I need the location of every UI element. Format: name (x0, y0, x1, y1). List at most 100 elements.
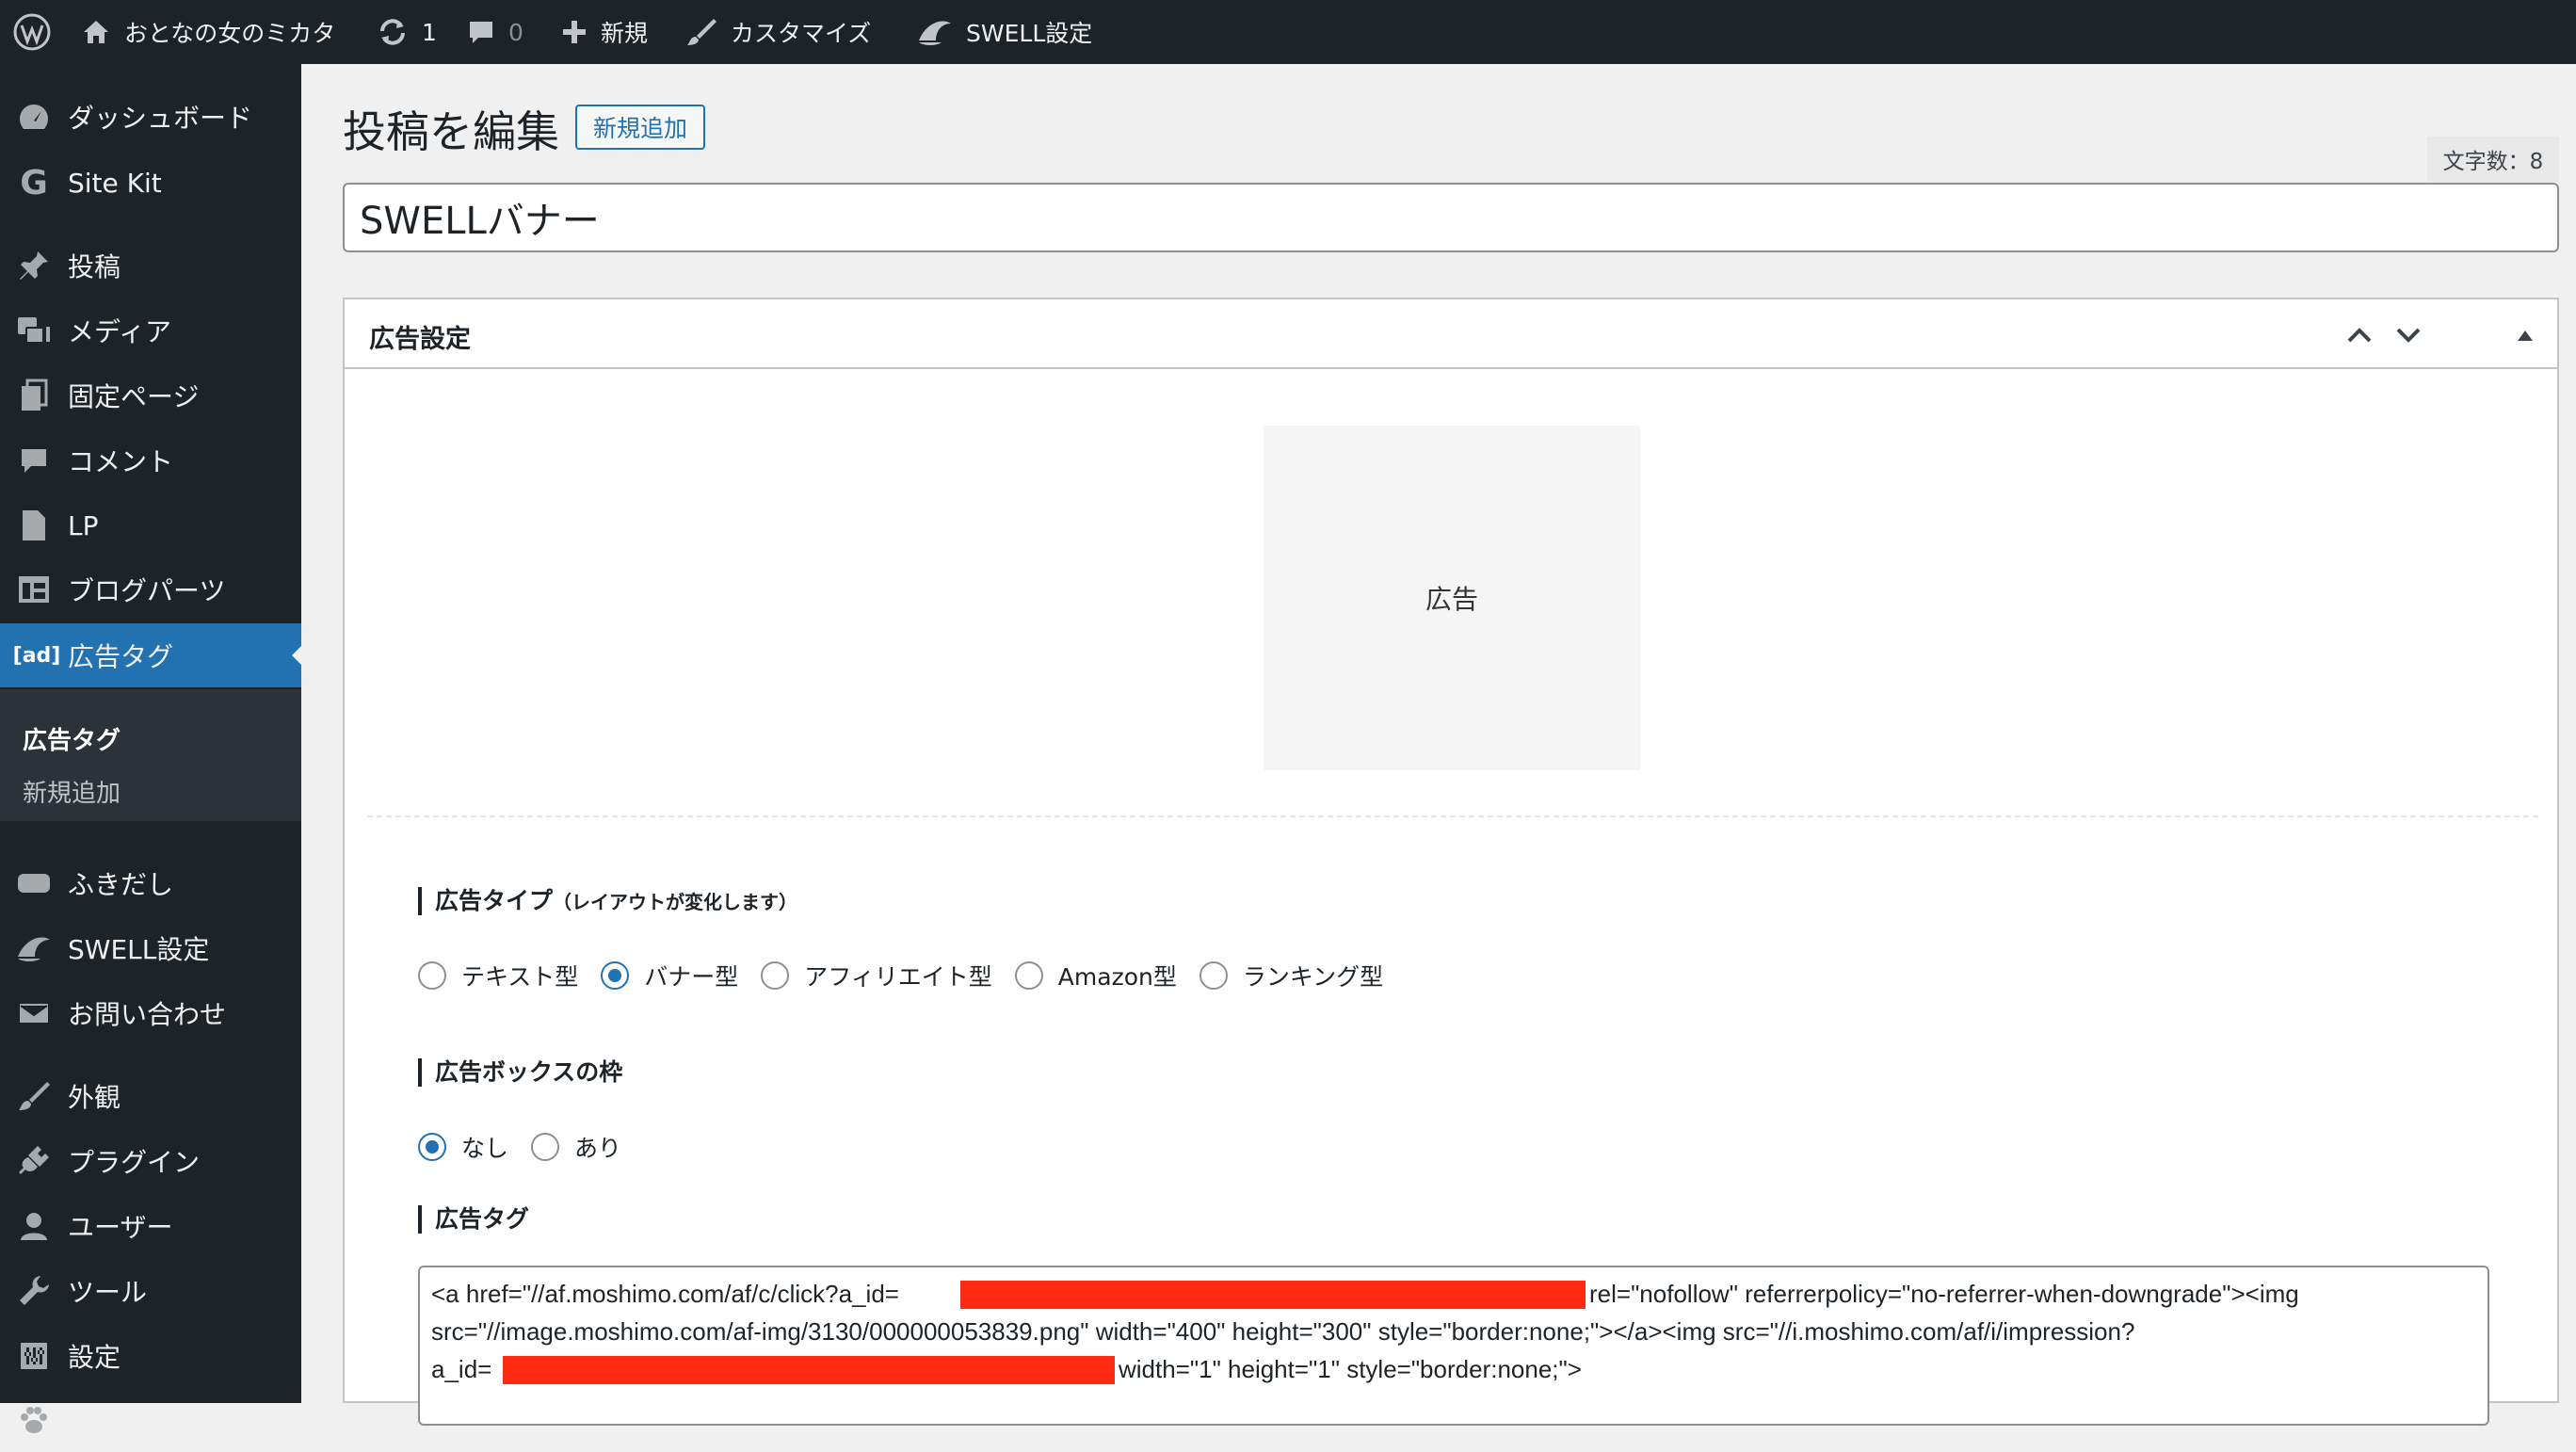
menu-label: LP (68, 509, 99, 541)
ad-preview: 広告 (1264, 426, 1640, 770)
menu-dashboard[interactable]: ダッシュボード (0, 85, 301, 149)
comments-count: 0 (508, 18, 523, 46)
menu-ad-tags[interactable]: [ad] 広告タグ (0, 623, 301, 687)
ad-type-label: 広告タイプ (435, 887, 554, 914)
wordpress-icon (13, 13, 51, 51)
updates-link[interactable]: 1 (377, 0, 437, 64)
radio-button[interactable] (761, 961, 790, 990)
menu-users[interactable]: ユーザー (0, 1194, 301, 1258)
menu-label: コメント (68, 446, 174, 477)
paw-icon (13, 1399, 55, 1441)
radio-button[interactable] (1199, 961, 1228, 990)
document-icon (13, 505, 55, 546)
radio-ranking-type[interactable]: ランキング型 (1199, 959, 1383, 992)
add-new-button[interactable]: 新規追加 (575, 105, 705, 150)
code-text: rel="nofollow" referrerpolicy="no-referr… (1589, 1280, 2299, 1308)
menu-label: ユーザー (68, 1212, 173, 1243)
updates-count: 1 (422, 18, 437, 46)
radio-text-type[interactable]: テキスト型 (418, 959, 578, 992)
brush-icon (687, 19, 716, 45)
customize-link[interactable]: カスタマイズ (685, 0, 871, 64)
chevron-up-icon (2347, 328, 2372, 343)
radio-label: アフィリエイト型 (804, 963, 992, 991)
box-border-heading: 広告ボックスの枠 (418, 1058, 622, 1087)
menu-lp[interactable]: LP (0, 493, 301, 557)
menu-blog-parts[interactable]: ブログパーツ (0, 557, 301, 621)
menu-fukidashi[interactable]: ふきだし (0, 851, 301, 915)
menu-label: 設定 (68, 1342, 121, 1373)
customize-label: カスタマイズ (731, 20, 872, 47)
page-title: 投稿を編集 (343, 106, 559, 157)
radio-button[interactable] (1014, 961, 1043, 990)
dashboard-icon (13, 96, 55, 137)
site-name-link[interactable]: おとなの女のミカタ (81, 0, 335, 64)
menu-label: メディア (68, 316, 172, 347)
toggle-panel-button[interactable] (2508, 318, 2542, 352)
update-icon (380, 19, 405, 45)
menu-plugins[interactable]: プラグイン (0, 1129, 301, 1193)
brush-icon (13, 1075, 55, 1117)
comments-link[interactable]: 0 (467, 0, 523, 64)
box-border-options: なし あり (418, 1130, 644, 1164)
word-count: 文字数：8 (2427, 137, 2559, 182)
ad-type-heading: 広告タイプ（レイアウトが変化します） (418, 887, 797, 915)
menu-site-kit[interactable]: G Site Kit (0, 151, 301, 215)
menu-label: ポチップ管理 (68, 1406, 227, 1437)
post-title-input[interactable] (343, 183, 2559, 252)
radio-button-selected[interactable] (418, 1133, 446, 1161)
radio-label: Amazon型 (1057, 963, 1177, 991)
menu-pages[interactable]: 固定ページ (0, 363, 301, 428)
radio-label: テキスト型 (461, 963, 579, 991)
move-up-button[interactable] (2343, 318, 2376, 352)
ad-type-note: （レイアウトが変化します） (553, 891, 798, 913)
wordpress-logo-button[interactable] (13, 0, 51, 64)
google-g-icon: G (20, 163, 48, 202)
submenu-add-new[interactable]: 新規追加 (23, 774, 121, 809)
radio-button[interactable] (418, 961, 446, 990)
menu-label: ツール (68, 1277, 148, 1308)
menu-pochipp[interactable]: ポチップ管理 (0, 1388, 301, 1452)
divider (367, 815, 2538, 817)
swell-settings-link[interactable]: SWELL設定 (917, 0, 1092, 64)
metabox-title: 広告設定 (369, 325, 471, 354)
menu-comments[interactable]: コメント (0, 428, 301, 492)
menu-settings[interactable]: 設定 (0, 1324, 301, 1388)
new-content-link[interactable]: 新規 (561, 0, 648, 64)
menu-contact[interactable]: お問い合わせ (0, 981, 301, 1045)
radio-border-none[interactable]: なし (418, 1130, 508, 1164)
menu-tools[interactable]: ツール (0, 1259, 301, 1323)
radio-label: ランキング型 (1242, 963, 1384, 991)
menu-label: 外観 (68, 1082, 121, 1113)
radio-border-on[interactable]: あり (531, 1130, 621, 1164)
redaction-bar (503, 1356, 1115, 1384)
admin-bar: おとなの女のミカタ 1 0 新規 カスタマイズ SWELL設定 (0, 0, 2576, 64)
ad-tag-textarea[interactable]: <a href="//af.moshimo.com/af/c/click?a_i… (418, 1266, 2489, 1426)
menu-swell-settings[interactable]: SWELL設定 (0, 916, 301, 980)
wrench-icon (13, 1270, 55, 1312)
user-icon (13, 1205, 55, 1247)
radio-button[interactable] (531, 1133, 560, 1161)
menu-appearance[interactable]: 外観 (0, 1064, 301, 1128)
swell-icon (13, 928, 55, 969)
swell-icon (919, 21, 951, 45)
menu-label: お問い合わせ (68, 999, 227, 1030)
radio-amazon-type[interactable]: Amazon型 (1014, 959, 1177, 992)
ad-icon: [ad] (12, 643, 61, 668)
menu-media[interactable]: メディア (0, 298, 301, 363)
code-text: a_id= (431, 1355, 492, 1383)
radio-label: バナー型 (644, 963, 739, 991)
move-down-button[interactable] (2391, 318, 2425, 352)
radio-affiliate-type[interactable]: アフィリエイト型 (761, 959, 992, 992)
radio-banner-type[interactable]: バナー型 (601, 959, 738, 992)
menu-label: プラグイン (68, 1147, 201, 1178)
code-line: <a href="//af.moshimo.com/af/c/click?a_i… (431, 1275, 2476, 1313)
menu-label: ダッシュボード (68, 103, 253, 134)
menu-label: SWELL設定 (68, 934, 210, 965)
menu-posts[interactable]: 投稿 (0, 234, 301, 298)
menu-label: ブログパーツ (68, 575, 226, 606)
submenu-ad-tags[interactable]: 広告タグ (23, 721, 121, 756)
plus-icon (563, 21, 586, 43)
radio-button-selected[interactable] (601, 961, 630, 990)
new-label: 新規 (601, 20, 649, 47)
radio-label: あり (574, 1135, 622, 1162)
